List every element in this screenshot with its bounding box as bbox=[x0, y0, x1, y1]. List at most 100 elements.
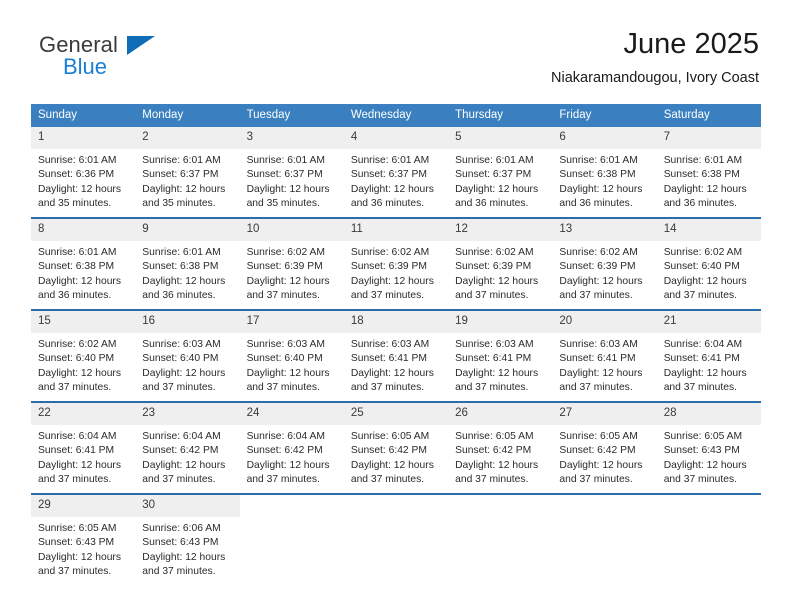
sunrise-text: Sunrise: 6:04 AM bbox=[663, 338, 743, 350]
calendar-day-cell[interactable]: 26 Sunrise: 6:05 AM Sunset: 6:42 PM Dayligh… bbox=[448, 403, 553, 493]
day-number: 6 bbox=[552, 127, 657, 149]
daylight-text: Daylight: 12 hours and 37 minutes. bbox=[663, 275, 747, 302]
general-blue-logo: General Blue bbox=[33, 34, 233, 90]
daylight-text: Daylight: 12 hours and 37 minutes. bbox=[350, 367, 434, 394]
day-number: 21 bbox=[656, 311, 761, 333]
day-number: 13 bbox=[552, 219, 657, 241]
day-number: 19 bbox=[448, 311, 553, 333]
calendar-day-cell[interactable]: 7 Sunrise: 6:01 AM Sunset: 6:38 PM Daylight… bbox=[656, 127, 761, 217]
sunset-text: Sunset: 6:42 PM bbox=[455, 445, 532, 457]
sunrise-text: Sunrise: 6:01 AM bbox=[246, 154, 325, 166]
calendar-page: General Blue June 2025 Niakaramandougou,… bbox=[0, 0, 792, 612]
calendar-day-cell[interactable]: 28 Sunrise: 6:05 AM Sunset: 6:43 PM Dayligh… bbox=[656, 403, 761, 493]
calendar-grid: Sunday Monday Tuesday Wednesday Thursday… bbox=[31, 104, 761, 586]
daylight-text: Daylight: 12 hours and 35 minutes. bbox=[246, 183, 330, 210]
calendar-day-cell[interactable]: 9 Sunrise: 6:01 AM Sunset: 6:38 PM Daylight… bbox=[135, 219, 240, 309]
day-number: 17 bbox=[239, 311, 344, 333]
daylight-text: Daylight: 12 hours and 37 minutes. bbox=[663, 459, 747, 486]
daylight-text: Daylight: 12 hours and 37 minutes. bbox=[455, 367, 539, 394]
sunrise-text: Sunrise: 6:05 AM bbox=[559, 430, 638, 442]
calendar-day-cell[interactable]: 17 Sunrise: 6:03 AM Sunset: 6:40 PM Dayligh… bbox=[239, 311, 344, 401]
calendar-day-cell[interactable]: 30 Sunrise: 6:06 AM Sunset: 6:43 PM Dayligh… bbox=[135, 495, 240, 585]
day-number: 9 bbox=[135, 219, 240, 241]
day-number: 5 bbox=[448, 127, 553, 149]
sunrise-text: Sunrise: 6:02 AM bbox=[246, 246, 325, 258]
daylight-text: Daylight: 12 hours and 36 minutes. bbox=[142, 275, 226, 302]
calendar-day-cell[interactable]: 2 Sunrise: 6:01 AM Sunset: 6:37 PM Daylight… bbox=[135, 127, 240, 217]
daylight-text: Daylight: 12 hours and 37 minutes. bbox=[38, 551, 121, 578]
daylight-text: Daylight: 12 hours and 37 minutes. bbox=[455, 275, 539, 302]
calendar-day-cell[interactable]: 1 Sunrise: 6:01 AM Sunset: 6:36 PM Daylight… bbox=[31, 127, 136, 217]
calendar-day-cell[interactable]: 29 Sunrise: 6:05 AM Sunset: 6:43 PM Dayligh… bbox=[31, 495, 136, 585]
page-header: General Blue June 2025 Niakaramandougou,… bbox=[33, 28, 759, 98]
daylight-text: Daylight: 12 hours and 36 minutes. bbox=[38, 275, 121, 302]
calendar-day-cell[interactable]: 25 Sunrise: 6:05 AM Sunset: 6:42 PM Dayligh… bbox=[343, 403, 449, 493]
sunset-text: Sunset: 6:38 PM bbox=[559, 169, 636, 181]
calendar-day-cell[interactable]: 24 Sunrise: 6:04 AM Sunset: 6:42 PM Dayligh… bbox=[239, 403, 344, 493]
calendar-day-cell[interactable]: 6 Sunrise: 6:01 AM Sunset: 6:38 PM Daylight… bbox=[552, 127, 657, 217]
day-details: Sunrise: 6:02 AM Sunset: 6:39 PM Daylight:… bbox=[552, 241, 656, 304]
calendar-day-cell[interactable]: 18 Sunrise: 6:03 AM Sunset: 6:41 PM Dayligh… bbox=[343, 311, 449, 401]
sunrise-text: Sunrise: 6:03 AM bbox=[246, 338, 325, 350]
daylight-text: Daylight: 12 hours and 37 minutes. bbox=[38, 459, 121, 486]
day-number: 2 bbox=[135, 127, 240, 149]
day-number: 25 bbox=[343, 403, 449, 425]
calendar-day-cell[interactable]: 16 Sunrise: 6:03 AM Sunset: 6:40 PM Dayligh… bbox=[135, 311, 240, 401]
sunset-text: Sunset: 6:39 PM bbox=[350, 261, 427, 273]
day-number: 14 bbox=[656, 219, 761, 241]
calendar-day-cell-empty bbox=[448, 495, 552, 585]
day-details: Sunrise: 6:04 AM Sunset: 6:42 PM Daylight:… bbox=[240, 425, 344, 488]
calendar-day-cell-empty bbox=[552, 495, 656, 585]
sunset-text: Sunset: 6:40 PM bbox=[246, 353, 323, 365]
daylight-text: Daylight: 12 hours and 37 minutes. bbox=[246, 367, 330, 394]
calendar-day-cell[interactable]: 14 Sunrise: 6:02 AM Sunset: 6:40 PM Dayligh… bbox=[656, 219, 761, 309]
weekday-header-friday: Friday bbox=[559, 109, 592, 121]
sunset-text: Sunset: 6:41 PM bbox=[663, 353, 740, 365]
sunset-text: Sunset: 6:43 PM bbox=[38, 537, 115, 549]
day-details: Sunrise: 6:05 AM Sunset: 6:42 PM Daylight:… bbox=[552, 425, 656, 488]
day-number: 27 bbox=[552, 403, 657, 425]
day-number: 3 bbox=[239, 127, 344, 149]
day-number bbox=[448, 495, 552, 515]
day-details: Sunrise: 6:01 AM Sunset: 6:38 PM Daylight:… bbox=[552, 149, 656, 212]
calendar-day-cell[interactable]: 5 Sunrise: 6:01 AM Sunset: 6:37 PM Daylight… bbox=[448, 127, 553, 217]
sunrise-text: Sunrise: 6:05 AM bbox=[455, 430, 534, 442]
sunrise-text: Sunrise: 6:01 AM bbox=[38, 154, 117, 166]
calendar-day-cell[interactable]: 8 Sunrise: 6:01 AM Sunset: 6:38 PM Daylight… bbox=[31, 219, 136, 309]
calendar-day-cell[interactable]: 20 Sunrise: 6:03 AM Sunset: 6:41 PM Dayligh… bbox=[552, 311, 657, 401]
calendar-day-cell[interactable]: 11 Sunrise: 6:02 AM Sunset: 6:39 PM Dayligh… bbox=[343, 219, 449, 309]
sunset-text: Sunset: 6:38 PM bbox=[663, 169, 740, 181]
calendar-week-row: 22 Sunrise: 6:04 AM Sunset: 6:41 PM Dayligh… bbox=[31, 401, 761, 494]
calendar-day-cell[interactable]: 22 Sunrise: 6:04 AM Sunset: 6:41 PM Dayligh… bbox=[31, 403, 136, 493]
calendar-day-cell[interactable]: 23 Sunrise: 6:04 AM Sunset: 6:42 PM Dayligh… bbox=[135, 403, 240, 493]
day-details: Sunrise: 6:06 AM Sunset: 6:43 PM Daylight:… bbox=[135, 517, 239, 580]
calendar-day-cell[interactable]: 3 Sunrise: 6:01 AM Sunset: 6:37 PM Daylight… bbox=[239, 127, 344, 217]
sunset-text: Sunset: 6:37 PM bbox=[246, 169, 323, 181]
daylight-text: Daylight: 12 hours and 37 minutes. bbox=[142, 459, 226, 486]
calendar-day-cell[interactable]: 27 Sunrise: 6:05 AM Sunset: 6:42 PM Dayligh… bbox=[552, 403, 657, 493]
calendar-day-cell[interactable]: 10 Sunrise: 6:02 AM Sunset: 6:39 PM Dayligh… bbox=[239, 219, 344, 309]
sunrise-text: Sunrise: 6:02 AM bbox=[663, 246, 743, 258]
sunset-text: Sunset: 6:42 PM bbox=[246, 445, 323, 457]
calendar-day-cell[interactable]: 13 Sunrise: 6:02 AM Sunset: 6:39 PM Dayligh… bbox=[552, 219, 657, 309]
day-details: Sunrise: 6:01 AM Sunset: 6:38 PM Daylight:… bbox=[31, 241, 135, 304]
day-details: Sunrise: 6:02 AM Sunset: 6:40 PM Daylight:… bbox=[31, 333, 135, 396]
calendar-weeks: 1 Sunrise: 6:01 AM Sunset: 6:36 PM Daylight… bbox=[31, 127, 761, 586]
sunrise-text: Sunrise: 6:01 AM bbox=[559, 154, 638, 166]
weekday-header-tuesday: Tuesday bbox=[246, 109, 291, 121]
calendar-day-cell[interactable]: 15 Sunrise: 6:02 AM Sunset: 6:40 PM Dayligh… bbox=[31, 311, 136, 401]
daylight-text: Daylight: 12 hours and 35 minutes. bbox=[38, 183, 121, 210]
calendar-day-cell[interactable]: 12 Sunrise: 6:02 AM Sunset: 6:39 PM Dayligh… bbox=[448, 219, 553, 309]
day-number: 4 bbox=[343, 127, 449, 149]
sunrise-text: Sunrise: 6:03 AM bbox=[455, 338, 534, 350]
day-number: 22 bbox=[31, 403, 136, 425]
day-number: 20 bbox=[552, 311, 657, 333]
day-number: 8 bbox=[31, 219, 136, 241]
daylight-text: Daylight: 12 hours and 37 minutes. bbox=[559, 459, 643, 486]
day-number: 26 bbox=[448, 403, 553, 425]
sunrise-text: Sunrise: 6:02 AM bbox=[38, 338, 117, 350]
calendar-day-cell[interactable]: 19 Sunrise: 6:03 AM Sunset: 6:41 PM Dayligh… bbox=[448, 311, 553, 401]
calendar-day-cell[interactable]: 4 Sunrise: 6:01 AM Sunset: 6:37 PM Daylight… bbox=[343, 127, 449, 217]
day-details: Sunrise: 6:01 AM Sunset: 6:37 PM Daylight:… bbox=[240, 149, 344, 212]
calendar-day-cell[interactable]: 21 Sunrise: 6:04 AM Sunset: 6:41 PM Dayligh… bbox=[656, 311, 761, 401]
